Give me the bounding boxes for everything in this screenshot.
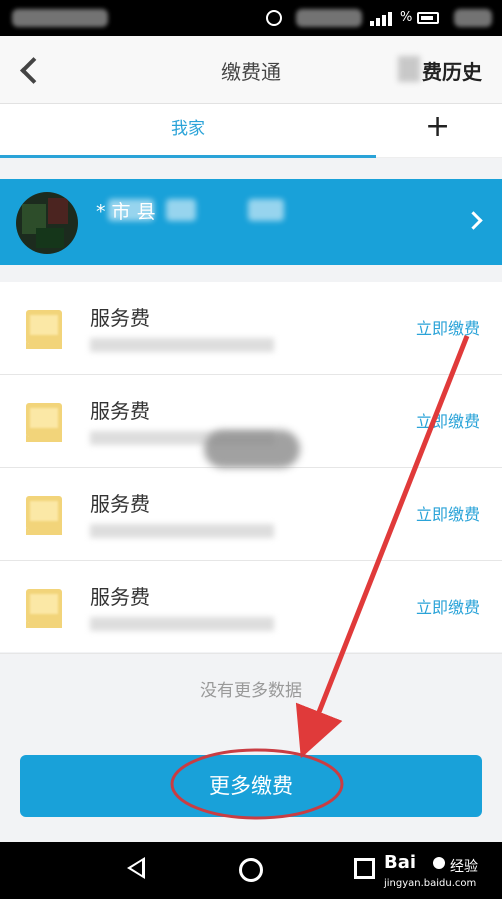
plus-icon[interactable]: + [425, 109, 450, 144]
bill-icon [26, 310, 62, 349]
status-blurred-middle [296, 9, 362, 27]
bill-detail-blurred [90, 617, 274, 631]
pay-now-link[interactable]: 立即缴费 [416, 594, 480, 618]
bill-name: 服务费 [90, 585, 150, 609]
list-item[interactable]: 服务费 立即缴费 [0, 561, 502, 654]
history-blurred-prefix [398, 56, 420, 82]
no-more-data-text: 没有更多数据 [200, 681, 302, 701]
percent-sign: % [400, 10, 413, 25]
account-banner[interactable]: * 市 县 [0, 179, 502, 265]
household-tabs: 我家 + [0, 104, 502, 158]
watermark-name: 经验 [450, 859, 478, 875]
status-blurred-right [454, 9, 492, 27]
address-blur-2 [166, 199, 196, 221]
payment-history-button[interactable]: 费历史 [422, 56, 482, 85]
list-item[interactable]: 服务费 立即缴费 [0, 468, 502, 561]
more-payments-button[interactable]: 更多缴费 [20, 755, 482, 817]
watermark-url: jingyan.baidu.com [384, 878, 477, 889]
baidu-watermark: Bai 经验 jingyan.baidu.com [384, 852, 500, 892]
address-blur-1 [108, 199, 154, 221]
redaction-smudge [204, 430, 300, 468]
bill-name: 服务费 [90, 492, 150, 516]
nav-back-icon[interactable] [127, 857, 145, 879]
chevron-right-icon[interactable] [464, 211, 483, 230]
bill-icon [26, 589, 62, 628]
system-navigation-bar: Bai 经验 jingyan.baidu.com [0, 842, 502, 899]
status-blurred-left [12, 9, 108, 27]
pay-now-link[interactable]: 立即缴费 [416, 408, 480, 432]
status-bar: % [0, 0, 502, 36]
bill-icon [26, 403, 62, 442]
bill-list: 服务费 立即缴费 服务费 立即缴费 服务费 立即缴费 服务费 立即缴费 [0, 282, 502, 654]
address-blur-3 [248, 199, 284, 221]
pay-now-link[interactable]: 立即缴费 [416, 315, 480, 339]
back-arrow-icon[interactable] [14, 53, 44, 87]
bill-name: 服务费 [90, 399, 150, 423]
list-item[interactable]: 服务费 立即缴费 [0, 282, 502, 375]
bill-detail-blurred [90, 524, 274, 538]
app-header: 缴费通 费历史 [0, 36, 502, 104]
avatar [16, 192, 78, 254]
tab-home[interactable]: 我家 [0, 104, 376, 158]
battery-icon [417, 12, 439, 24]
alarm-icon [266, 10, 282, 26]
bill-name: 服务费 [90, 306, 150, 330]
nav-home-icon[interactable] [239, 858, 263, 882]
pay-now-link[interactable]: 立即缴费 [416, 501, 480, 525]
bill-detail-blurred [90, 338, 274, 352]
page-title: 缴费通 [221, 60, 281, 84]
signal-icon [370, 10, 394, 26]
bill-icon [26, 496, 62, 535]
paw-icon [433, 857, 445, 869]
watermark-brand: Bai [384, 852, 417, 873]
nav-recent-icon[interactable] [354, 858, 375, 879]
